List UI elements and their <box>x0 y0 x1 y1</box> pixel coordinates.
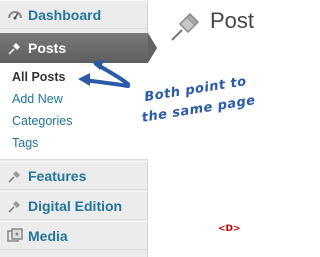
brand-logo: <D> <box>218 224 241 234</box>
